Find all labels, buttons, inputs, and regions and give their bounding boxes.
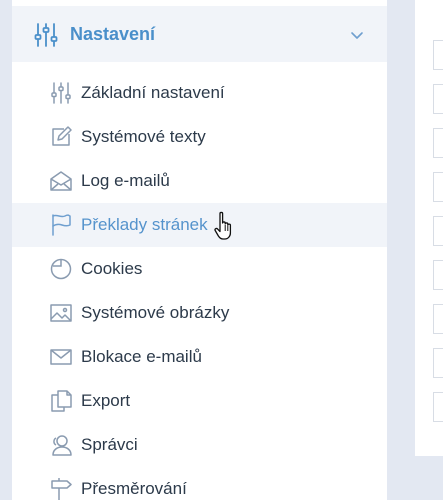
menu-item-label: Blokace e-mailů [81,347,202,366]
table-cell [433,128,443,158]
menu-item-label: Cookies [81,259,143,278]
content-panel [415,0,443,456]
menu-item-label: Export [81,391,131,410]
open-envelope-icon [50,170,72,192]
sidebar: Nastavení Základní nastavení Systémové t… [12,0,387,500]
menu-item-systemove-obrazky[interactable]: Systémové obrázky [12,291,387,335]
image-icon [50,302,72,324]
sliders-icon [33,22,59,48]
table-cell [433,84,443,114]
chevron-down-icon[interactable] [349,30,365,42]
menu-item-zakladni-nastaveni[interactable]: Základní nastavení [12,71,387,115]
copy-icon [50,390,72,412]
menu-item-label: Překlady stránek [81,215,208,234]
table-cell [433,40,443,70]
users-icon [50,434,72,456]
signpost-icon [50,478,72,500]
menu-item-presmerovani[interactable]: Přesměrování [12,467,387,500]
table-cell [433,172,443,202]
menu-item-label: Přesměrování [81,479,187,498]
menu-item-label: Správci [81,435,138,454]
section-title: Nastavení [70,24,156,44]
menu-item-label: Log e-mailů [81,171,170,190]
menu-item-systemove-texty[interactable]: Systémové texty [12,115,387,159]
table-cell [433,304,443,334]
envelope-icon [50,346,72,368]
hand-pointer-cursor-icon [213,211,237,243]
menu-item-label: Systémové texty [81,127,206,146]
menu-item-log-emailu[interactable]: Log e-mailů [12,159,387,203]
menu-item-blokace-emailu[interactable]: Blokace e-mailů [12,335,387,379]
menu-item-preklady-stranek[interactable]: Překlady stránek [12,203,387,247]
page: Nastavení Základní nastavení Systémové t… [0,0,443,500]
table-cell [433,348,443,378]
menu-item-label: Systémové obrázky [81,303,230,322]
table-cell [433,216,443,246]
menu-item-export[interactable]: Export [12,379,387,423]
cookie-icon [50,258,72,280]
sliders-icon [50,82,72,104]
menu-item-label: Základní nastavení [81,83,225,102]
table-cell [433,392,443,422]
edit-icon [50,126,72,148]
menu-item-cookies[interactable]: Cookies [12,247,387,291]
table-cell [433,260,443,290]
flag-icon [50,214,72,236]
section-header-nastaveni[interactable]: Nastavení [12,6,387,62]
menu-item-spravci[interactable]: Správci [12,423,387,467]
